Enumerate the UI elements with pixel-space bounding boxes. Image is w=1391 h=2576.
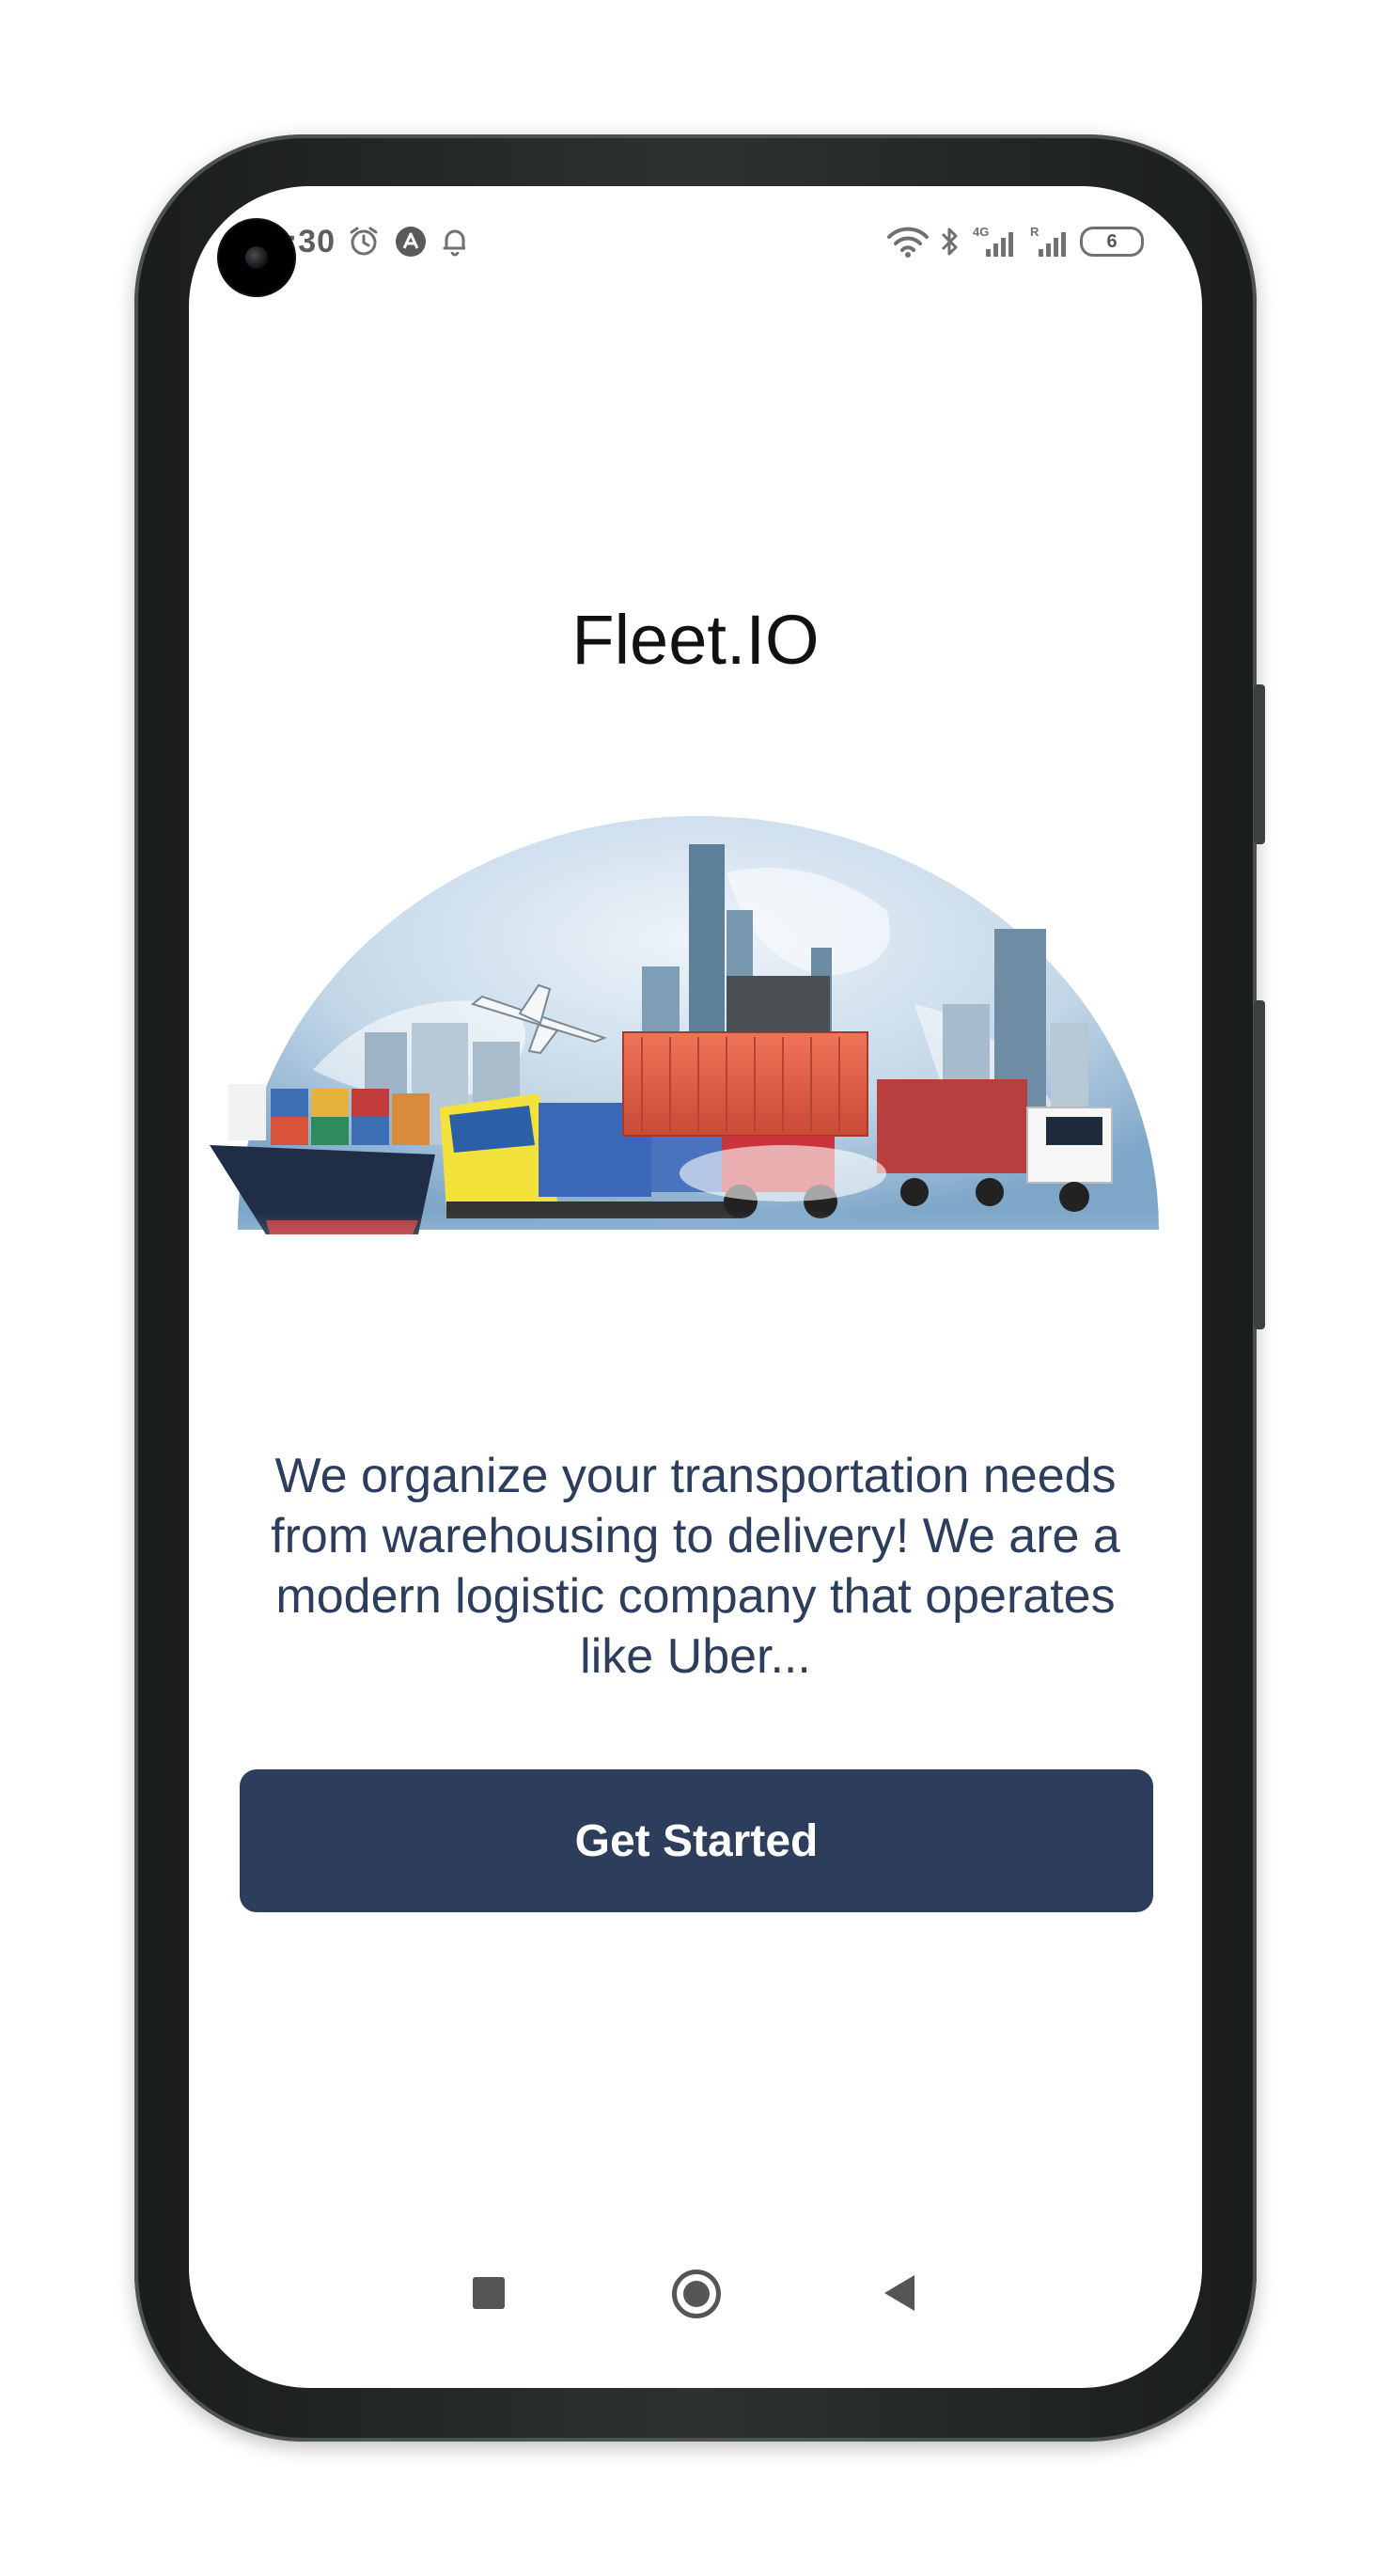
bluetooth-icon — [939, 225, 961, 259]
volume-button — [1254, 684, 1265, 844]
status-left-icons — [347, 218, 469, 265]
navigation-bar — [189, 2247, 1202, 2388]
front-camera — [219, 220, 294, 295]
roaming-label: R — [1030, 225, 1039, 239]
battery-level: 6 — [1106, 230, 1117, 252]
wifi-icon — [886, 226, 930, 258]
bell-icon — [441, 226, 469, 258]
app-title: Fleet.IO — [571, 601, 820, 679]
get-started-button[interactable]: Get Started — [240, 1769, 1153, 1912]
battery-icon: 6 — [1080, 227, 1144, 257]
home-icon[interactable] — [672, 2270, 721, 2318]
status-bar: 5:30 4G R 6 — [189, 186, 1202, 295]
screen: 5:30 4G R 6 Fleet.IO We organize your tr… — [189, 186, 1202, 2388]
status-right-icons: 4G R 6 — [886, 218, 1144, 265]
power-button — [1254, 1000, 1265, 1329]
app-notification-icon — [394, 225, 428, 259]
recents-icon[interactable] — [473, 2277, 505, 2309]
alarm-icon — [347, 225, 381, 259]
tagline: We organize your transportation needs fr… — [271, 1449, 1120, 1684]
signal-roaming-icon: R — [1029, 225, 1071, 259]
back-icon[interactable] — [884, 2275, 914, 2311]
network-label: 4G — [973, 225, 989, 239]
signal-4g-icon: 4G — [971, 225, 1020, 259]
hero-logistics-image — [200, 760, 1196, 1380]
